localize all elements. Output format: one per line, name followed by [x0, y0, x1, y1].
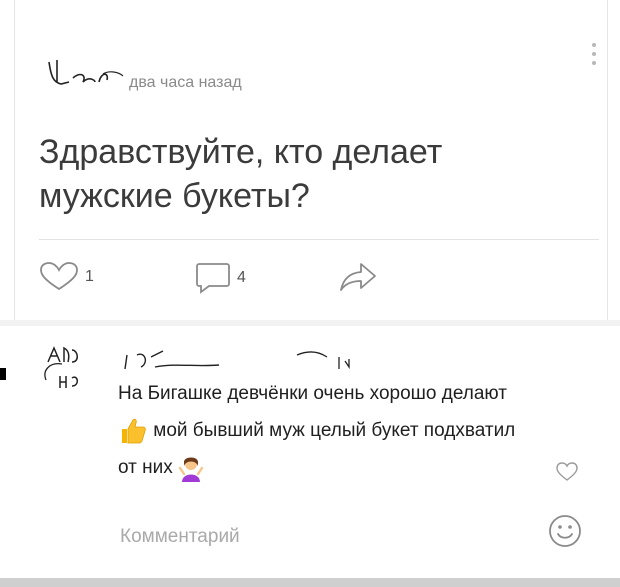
comment-icon: [196, 263, 230, 294]
heart-icon: [40, 262, 78, 291]
post-header: два часа назад: [39, 43, 596, 92]
comment-input[interactable]: [118, 518, 522, 556]
author-name-scribble[interactable]: [39, 52, 129, 92]
commenter-avatar-scribble[interactable]: [40, 340, 104, 404]
post-actions: 1 4: [39, 262, 599, 302]
comment-item: На Бигашке девчёнки очень хорошо делают …: [0, 330, 620, 520]
post-time: два часа назад: [129, 74, 242, 91]
comment-like-heart-icon[interactable]: [556, 462, 578, 482]
comment-button[interactable]: 4: [195, 262, 246, 294]
bottom-edge: [0, 578, 620, 587]
like-count: 1: [85, 268, 94, 285]
section-separator: [0, 320, 620, 326]
comment-text: На Бигашке девчёнки очень хорошо делают …: [118, 375, 528, 486]
thumbs-up-emoji: [122, 418, 146, 444]
divider: [39, 239, 599, 240]
comment-text-part1: На Бигашке девчёнки очень хорошо делают: [118, 383, 507, 404]
post-card: два часа назад Здравствуйте, кто делает …: [14, 0, 608, 320]
smile-icon[interactable]: [548, 514, 582, 548]
post-text: Здравствуйте, кто делает мужские букеты?: [39, 133, 443, 215]
more-vertical-icon[interactable]: [589, 38, 599, 74]
comment-composer: [0, 508, 620, 568]
comment-count: 4: [237, 269, 246, 286]
commenter-name-scribble[interactable]: [115, 345, 375, 375]
share-icon: [340, 263, 376, 291]
share-button[interactable]: [339, 262, 377, 292]
shrug-emoji: [178, 457, 204, 482]
like-button[interactable]: 1: [39, 262, 94, 292]
